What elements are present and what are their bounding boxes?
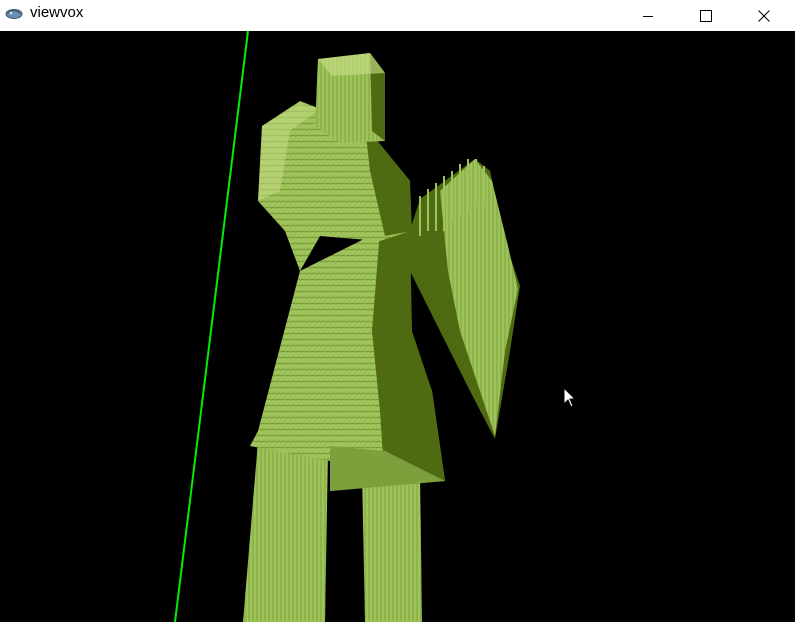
minimize-button[interactable] (625, 0, 671, 31)
head (315, 53, 385, 143)
close-icon (758, 9, 770, 22)
close-button[interactable] (741, 0, 787, 31)
left-leg (243, 441, 328, 622)
3d-viewport[interactable] (0, 31, 795, 622)
voxel-scene (174, 31, 577, 622)
viewvox-app-icon (5, 9, 23, 19)
title-bar[interactable]: viewvox (0, 0, 795, 31)
minimize-icon (643, 15, 653, 17)
mouse-cursor-icon (563, 386, 577, 408)
maximize-icon (700, 9, 712, 22)
right-leg (362, 471, 422, 622)
axis-line (174, 31, 249, 622)
window-title: viewvox (30, 4, 84, 21)
viewvox-window: viewvox (0, 0, 795, 622)
maximize-button[interactable] (683, 0, 729, 31)
